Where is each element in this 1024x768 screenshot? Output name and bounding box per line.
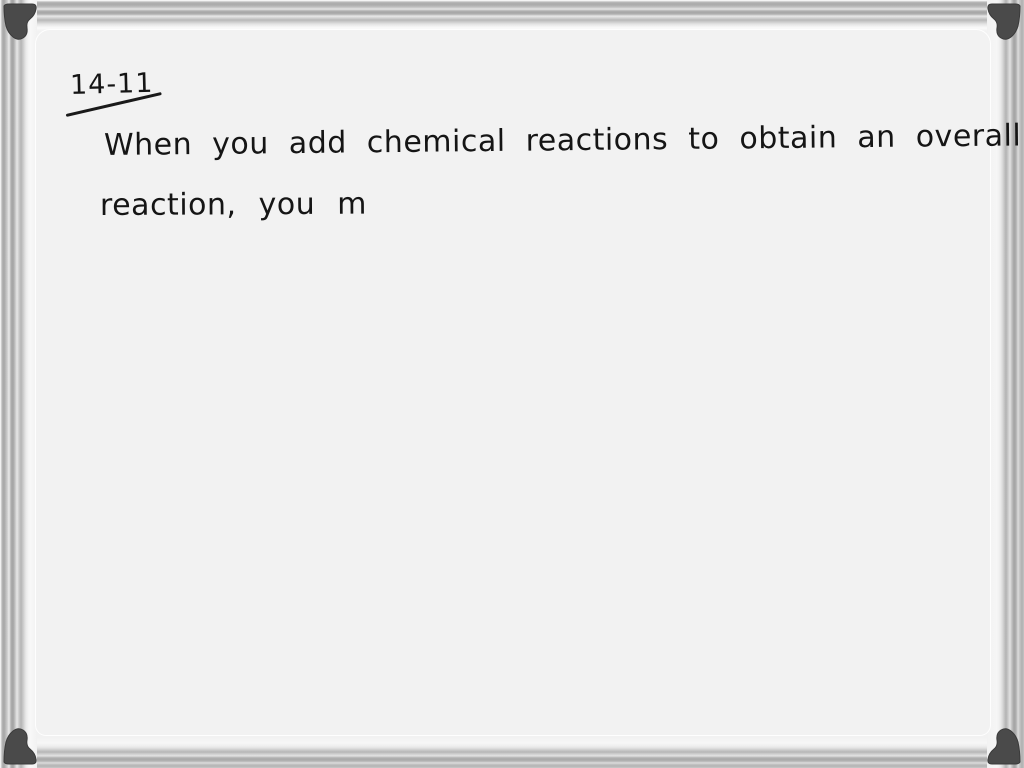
handwritten-line-1: When you add chemical reactions to obtai…	[103, 118, 1022, 163]
frame-top-edge	[0, 0, 1024, 31]
heading-underline-stroke	[65, 91, 162, 117]
bottom-right-clip	[976, 720, 1022, 766]
frame-left-edge	[0, 0, 37, 768]
top-right-clip	[976, 2, 1022, 48]
whiteboard-surface[interactable]: 14-11 When you add chemical reactions to…	[36, 30, 1021, 735]
frame-bottom-edge	[0, 737, 1024, 768]
bottom-left-clip	[2, 720, 48, 766]
top-left-clip	[2, 2, 48, 48]
frame-right-edge	[987, 0, 1024, 768]
whiteboard-screen: 14-11 When you add chemical reactions to…	[0, 0, 1024, 768]
handwritten-line-2: reaction, you m	[99, 186, 368, 223]
